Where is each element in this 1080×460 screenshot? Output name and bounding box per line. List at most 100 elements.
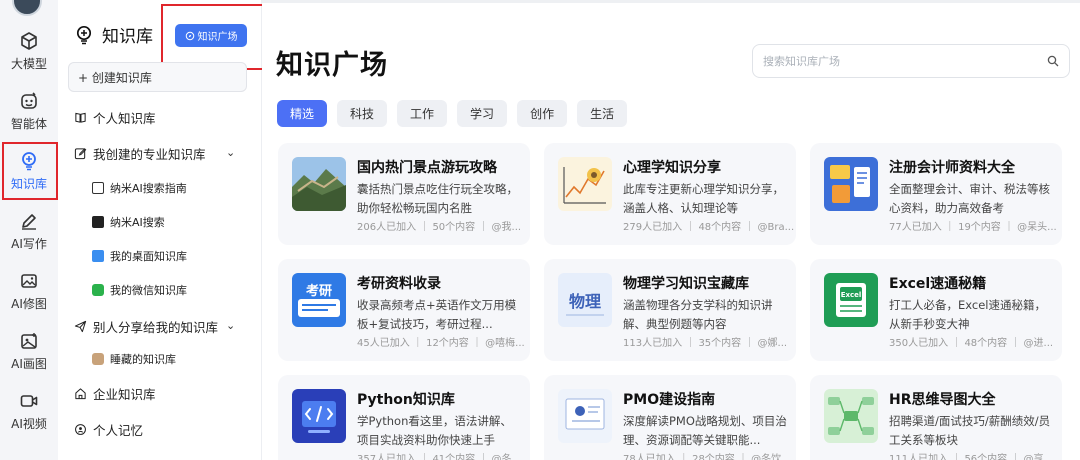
rail-label: 大模型	[10, 56, 47, 71]
knowledge-card[interactable]: 考研 考研资料收录 收录高频考点+英语作文万用模板+复试技巧，考研过程... 4…	[278, 259, 530, 361]
rail-item-retouch[interactable]: AI修图	[0, 262, 58, 320]
sidebar-item-personal[interactable]: 个人知识库	[74, 108, 156, 127]
card-title: PMO建设指南	[623, 392, 716, 408]
card-meta: 350人已加入 ｜ 48个内容 ｜ @进...	[889, 338, 1054, 349]
card-description: 招聘渠道/面试技巧/薪酬绩效/员工关系等板块	[889, 414, 1051, 447]
main-content: 知识广场 精选 科技 工作 学习 创作 生活 国内热门景点游玩攻略 囊括热门景点…	[262, 0, 1080, 460]
card-title: 心理学知识分享	[623, 160, 721, 176]
sidebar-item-memory[interactable]: 个人记忆	[74, 420, 143, 439]
card-description: 学Python看这里，语法讲解、项目实战资料助你快速上手	[357, 414, 512, 447]
rail-item-video[interactable]: AI视频	[0, 382, 58, 440]
card-meta: 111人已加入 ｜ 56个内容 ｜ @亨...	[889, 454, 1054, 460]
paint-icon	[21, 332, 37, 349]
sub-item-label: 纳米AI搜索	[110, 216, 165, 229]
knowledge-card[interactable]: 心理学知识分享 此库专注更新心理学知识分享，涵盖人格、认知理论等 279人已加入…	[544, 143, 796, 245]
rail-label: 智能体	[10, 116, 47, 131]
knowledge-card[interactable]: Excel Excel速通秘籍 打工人必备，Excel速通秘籍，从新手秒变大神 …	[810, 259, 1062, 361]
card-meta: 206人已加入 ｜ 50个内容 ｜ @我...	[357, 222, 522, 233]
create-knowledge-button[interactable]: + 创建知识库	[68, 62, 247, 92]
knowledge-sidebar: 知识库 知识广场 + 创建知识库 个人知识库 我创建的专业知识库 ⌄ 纳米AI搜…	[58, 0, 267, 460]
card-description: 此库专注更新心理学知识分享，涵盖人格、认知理论等	[623, 182, 784, 215]
doc-icon	[92, 182, 104, 194]
tab-featured[interactable]: 精选	[277, 100, 328, 127]
desktop-icon	[92, 250, 104, 262]
thumb-physics: 物理	[569, 292, 601, 311]
knowledge-card[interactable]: 物理 物理学习知识宝藏库 涵盖物理各分支学科的知识讲解、典型例题等内容 113人…	[544, 259, 796, 361]
sub-item-label: 睡藏的知识库	[110, 353, 176, 366]
search-box[interactable]	[752, 44, 1070, 78]
tab-tech[interactable]: 科技	[337, 100, 388, 127]
card-thumbnail: 物理	[558, 273, 612, 327]
avatar	[92, 353, 104, 365]
sidebar-item-shared[interactable]: 别人分享给我的知识库	[74, 317, 218, 336]
rail-label: AI画图	[11, 356, 47, 371]
thumb-kaoyan: 考研	[306, 283, 332, 299]
card-meta: 77人已加入 ｜ 19个内容 ｜ @呆头...	[889, 222, 1057, 233]
rail-item-agent[interactable]: 智能体	[0, 82, 58, 140]
video-icon	[20, 394, 38, 407]
card-thumbnail	[558, 389, 612, 443]
category-tabs: 精选 科技 工作 学习 创作 生活	[277, 100, 628, 127]
rail-label: AI写作	[11, 236, 47, 251]
sidebar-item-my-created[interactable]: 我创建的专业知识库	[74, 144, 206, 163]
knowledge-card[interactable]: PMO建设指南 深度解读PMO战略规划、项目治理、资源调配等关键职能... 78…	[544, 375, 796, 460]
card-meta: 45人已加入 ｜ 12个内容 ｜ @嘻梅...	[357, 338, 525, 349]
chevron-down-icon[interactable]: ⌄	[226, 319, 235, 332]
rail-label: AI视频	[11, 416, 47, 431]
tab-life[interactable]: 生活	[577, 100, 628, 127]
sidebar-header: 知识库	[74, 22, 153, 47]
agent-icon	[21, 91, 37, 109]
edit-icon	[74, 148, 87, 160]
tab-work[interactable]: 工作	[397, 100, 448, 127]
sub-item-label: 纳米AI搜索指南	[110, 182, 187, 195]
tab-study[interactable]: 学习	[457, 100, 508, 127]
card-title: 注册会计师资料大全	[889, 160, 1015, 176]
left-rail: 大模型 智能体 知识库 AI写作 AI修图 AI画图 AI视频	[0, 0, 58, 460]
knowledge-card[interactable]: Python知识库 学Python看这里，语法讲解、项目实战资料助你快速上手 3…	[278, 375, 530, 460]
card-description: 全面整理会计、审计、税法等核心资料，助力高效备考	[889, 182, 1050, 215]
knowledge-card[interactable]: HR思维导图大全 招聘渠道/面试技巧/薪酬绩效/员工关系等板块 111人已加入 …	[810, 375, 1062, 460]
memory-icon	[75, 424, 86, 435]
card-meta: 357人已加入 ｜ 41个内容 ｜ @冬...	[357, 454, 522, 460]
sub-item-kb[interactable]: 纳米AI搜索	[92, 214, 165, 230]
search-input[interactable]	[763, 54, 1023, 68]
knowledge-card[interactable]: 注册会计师资料大全 全面整理会计、审计、税法等核心资料，助力高效备考 77人已加…	[810, 143, 1062, 245]
sidebar-item-label: 别人分享给我的知识库	[93, 320, 219, 335]
rail-item-writing[interactable]: AI写作	[0, 202, 58, 260]
card-title: HR思维导图大全	[889, 392, 996, 408]
send-icon	[74, 320, 87, 333]
sub-item-kb[interactable]: 我的桌面知识库	[92, 248, 187, 264]
chevron-down-icon[interactable]: ⌄	[226, 146, 235, 159]
rail-item-model[interactable]: 大模型	[0, 22, 58, 80]
knowledge-bulb-icon	[76, 25, 92, 44]
home-icon	[75, 388, 86, 400]
sub-item-label: 我的桌面知识库	[110, 250, 187, 263]
knowledge-card[interactable]: 国内热门景点游玩攻略 囊括热门景点吃住行玩全攻略，助你轻松畅玩国内名胜 206人…	[278, 143, 530, 245]
user-avatar[interactable]	[12, 0, 42, 16]
plaza-red-highlight	[161, 4, 267, 70]
card-thumbnail	[292, 389, 346, 443]
card-thumbnail	[558, 157, 612, 211]
card-description: 囊括热门景点吃住行玩全攻略，助你轻松畅玩国内名胜	[357, 182, 518, 215]
image-icon	[21, 273, 37, 288]
card-description: 涵盖物理各分支学科的知识讲解、典型例题等内容	[623, 298, 773, 331]
tab-create[interactable]: 创作	[517, 100, 568, 127]
sub-item-kb[interactable]: 纳米AI搜索指南	[92, 180, 187, 196]
rail-item-paint[interactable]: AI画图	[0, 322, 58, 380]
card-title: Python知识库	[357, 392, 455, 408]
sidebar-item-enterprise[interactable]: 企业知识库	[74, 384, 156, 403]
search-icon[interactable]	[1047, 55, 1059, 67]
pen-icon	[22, 213, 36, 230]
card-description: 打工人必备，Excel速通秘籍，从新手秒变大神	[889, 298, 1046, 331]
card-thumbnail	[824, 389, 878, 443]
sidebar-title: 知识库	[102, 27, 153, 47]
card-thumbnail	[824, 157, 878, 211]
sub-item-label: 我的微信知识库	[110, 284, 187, 297]
sidebar-item-label: 个人记忆	[93, 423, 144, 438]
sub-item-shared-kb[interactable]: 睡藏的知识库	[92, 351, 176, 367]
page-title: 知识广场	[276, 50, 388, 81]
card-thumbnail: Excel	[824, 273, 878, 327]
sub-item-kb[interactable]: 我的微信知识库	[92, 282, 187, 298]
cube-icon	[21, 31, 37, 50]
card-description: 收录高频考点+英语作文万用模板+复试技巧，考研过程...	[357, 298, 517, 331]
